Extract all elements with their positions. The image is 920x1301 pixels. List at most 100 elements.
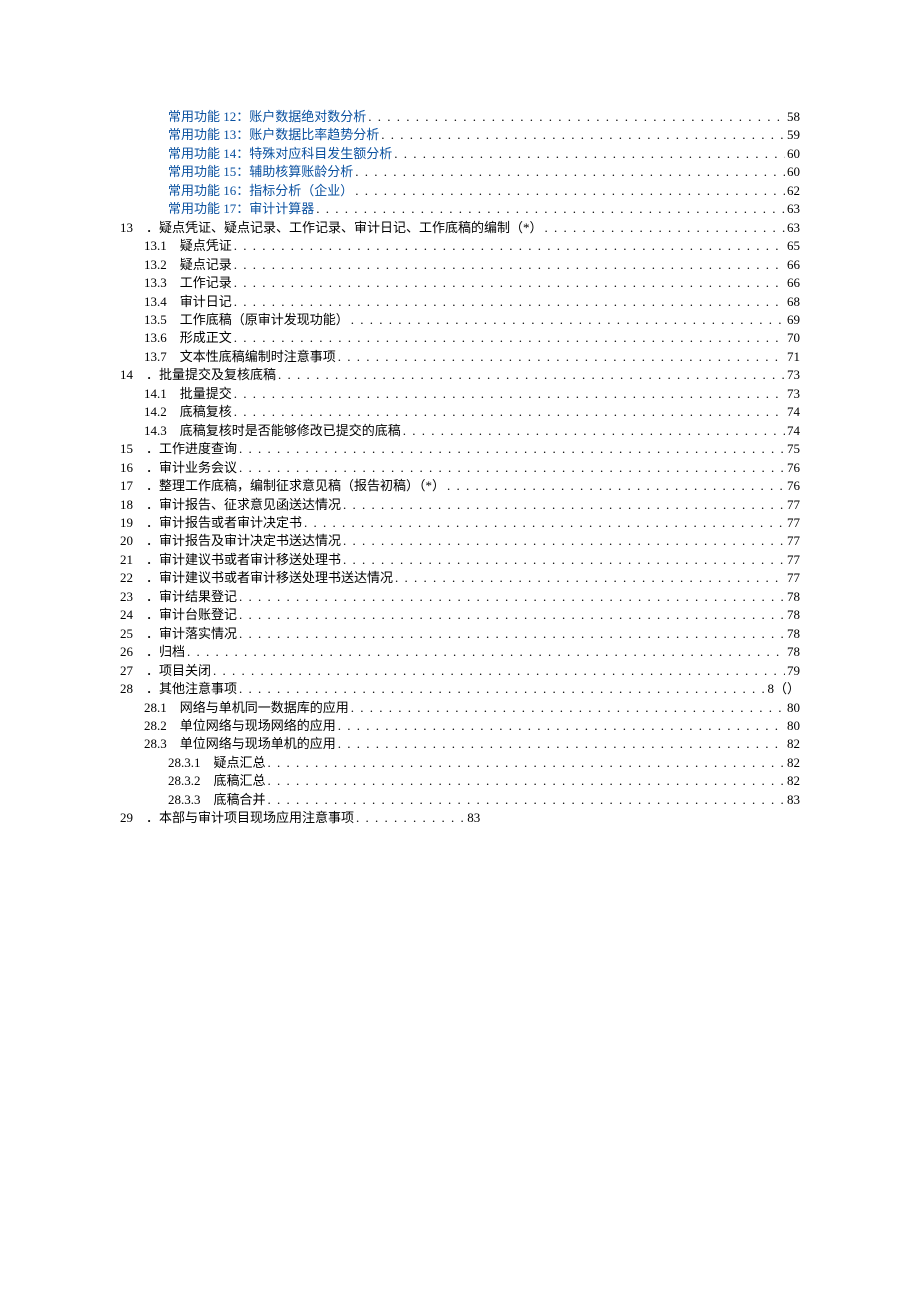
toc-entry: 23 ．审计结果登记. . . . . . . . . . . . . . . … — [120, 588, 800, 606]
toc-entry-label: 常用功能 16：指标分析（企业） — [168, 182, 353, 200]
toc-entry: 14.3 底稿复核时是否能够修改已提交的底稿. . . . . . . . . … — [120, 422, 800, 440]
toc-entry: 14 ．批量提交及复核底稿. . . . . . . . . . . . . .… — [120, 366, 800, 384]
toc-entry-label: 13.1 疑点凭证 — [144, 237, 232, 255]
toc-leader-dots: . . . . . . . . . . . . . . . . . . . . … — [395, 569, 785, 587]
toc-entry-label: 28 ．其他注意事项 — [120, 680, 237, 698]
toc-entry[interactable]: 常用功能 15：辅助核算账龄分析. . . . . . . . . . . . … — [120, 163, 800, 181]
toc-entry-label: 20 ．审计报告及审计决定书送达情况 — [120, 532, 341, 550]
toc-entry: 28.3.2 底稿汇总. . . . . . . . . . . . . . .… — [120, 772, 800, 790]
toc-leader-dots: . . . . . . . . . . . . . . . . . . . . … — [351, 311, 785, 329]
toc-entry: 28.2 单位网络与现场网络的应用. . . . . . . . . . . .… — [120, 717, 800, 735]
toc-entry-label: 28.3.2 底稿汇总 — [168, 772, 266, 790]
toc-leader-dots: . . . . . . . . . . . . . . . . . . . . … — [355, 163, 785, 181]
toc-entry-page: 73 — [787, 385, 800, 403]
toc-entry: 17 ．整理工作底稿，编制征求意见稿（报告初稿）（*）. . . . . . .… — [120, 477, 800, 495]
toc-leader-dots: . . . . . . . . . . . . . . . . . . . . … — [234, 256, 785, 274]
toc-leader-dots: . . . . . . . . . . . . . . . . . . . . … — [234, 274, 785, 292]
toc-entry: 28 ．其他注意事项. . . . . . . . . . . . . . . … — [120, 680, 800, 698]
toc-leader-dots: . . . . . . . . . . . . . . . . . . . . … — [343, 496, 785, 514]
toc-leader-dots: . . . . . . . . . . . . . . . . . . . . … — [239, 680, 765, 698]
toc-leader-dots: . . . . . . . . . . . . . . . . . . . . … — [234, 403, 785, 421]
toc-leader-dots: . . . . . . . . . . . . . . . . . . . . … — [234, 237, 785, 255]
toc-entry-label: 27 ．项目关闭 — [120, 662, 211, 680]
toc-entry-label: 24 ．审计台账登记 — [120, 606, 237, 624]
toc-entry-label: 19 ．审计报告或者审计决定书 — [120, 514, 302, 532]
toc-entry: 28.1 网络与单机同一数据库的应用. . . . . . . . . . . … — [120, 699, 800, 717]
toc-leader-dots: . . . . . . . . . . . . . . . . . . . . … — [343, 532, 785, 550]
toc-entry-label: 29 ．本部与审计项目现场应用注意事项 — [120, 809, 354, 827]
toc-entry-page: 78 — [787, 606, 800, 624]
toc-entry-label: 28.3.1 疑点汇总 — [168, 754, 266, 772]
toc-entry: 13.1 疑点凭证. . . . . . . . . . . . . . . .… — [120, 237, 800, 255]
toc-entry-page: 65 — [787, 237, 800, 255]
toc-leader-dots: . . . . . . . . . . . . . . . . . . . . … — [268, 754, 785, 772]
toc-entry: 13.5 工作底稿（原审计发现功能）. . . . . . . . . . . … — [120, 311, 800, 329]
toc-entry-page: 68 — [787, 293, 800, 311]
toc-entry[interactable]: 常用功能 17：审计计算器. . . . . . . . . . . . . .… — [120, 200, 800, 218]
toc-entry-label: 13.4 审计日记 — [144, 293, 232, 311]
toc-leader-dots: . . . . . . . . . . . . . . . . . . . . … — [381, 126, 785, 144]
toc-entry[interactable]: 常用功能 16：指标分析（企业）. . . . . . . . . . . . … — [120, 182, 800, 200]
toc-entry-page: 8（） — [767, 680, 800, 698]
toc-entry-label: 22 ．审计建议书或者审计移送处理书送达情况 — [120, 569, 393, 587]
toc-leader-dots: . . . . . . . . . . . . . . . . . . . . … — [213, 662, 785, 680]
toc-entry-page: 80 — [787, 717, 800, 735]
toc-entry: 13.3 工作记录. . . . . . . . . . . . . . . .… — [120, 274, 800, 292]
toc-entry-label: 14 ．批量提交及复核底稿 — [120, 366, 276, 384]
toc-leader-dots: . . . . . . . . . . . . — [356, 809, 465, 827]
toc-leader-dots: . . . . . . . . . . . . . . . . . . . . … — [239, 459, 785, 477]
toc-entry-label: 13.3 工作记录 — [144, 274, 232, 292]
toc-entry-label: 13.7 文本性底稿编制时注意事项 — [144, 348, 336, 366]
toc-entry-page: 77 — [787, 514, 800, 532]
toc-entry[interactable]: 常用功能 14：特殊对应科目发生额分析. . . . . . . . . . .… — [120, 145, 800, 163]
toc-entry-label: 14.2 底稿复核 — [144, 403, 232, 421]
toc-leader-dots: . . . . . . . . . . . . . . . . . . . . … — [343, 551, 785, 569]
toc-entry-page: 73 — [787, 366, 800, 384]
toc-leader-dots: . . . . . . . . . . . . . . . . . . . . … — [268, 791, 785, 809]
toc-leader-dots: . . . . . . . . . . . . . . . . . . . . … — [278, 366, 785, 384]
toc-entry: 14.2 底稿复核. . . . . . . . . . . . . . . .… — [120, 403, 800, 421]
toc-entry-page: 58 — [787, 108, 800, 126]
toc-leader-dots: . . . . . . . . . . . . . . . . . . . . … — [316, 200, 785, 218]
toc-entry[interactable]: 常用功能 13：账户数据比率趋势分析. . . . . . . . . . . … — [120, 126, 800, 144]
toc-entry-label: 28.3 单位网络与现场单机的应用 — [144, 735, 336, 753]
toc-leader-dots: . . . . . . . . . . . . . . . . . . . . … — [338, 735, 785, 753]
toc-entry-label: 18 ．审计报告、征求意见函送达情况 — [120, 496, 341, 514]
toc-leader-dots: . . . . . . . . . . . . . . . . . . . . … — [545, 219, 785, 237]
toc-leader-dots: . . . . . . . . . . . . . . . . . . . . … — [355, 182, 785, 200]
toc-entry-label: 13.2 疑点记录 — [144, 256, 232, 274]
toc-entry[interactable]: 常用功能 12：账户数据绝对数分析. . . . . . . . . . . .… — [120, 108, 800, 126]
toc-entry: 21 ．审计建议书或者审计移送处理书. . . . . . . . . . . … — [120, 551, 800, 569]
toc-entry: 13.2 疑点记录. . . . . . . . . . . . . . . .… — [120, 256, 800, 274]
toc-entry-page: 77 — [787, 551, 800, 569]
toc-entry: 25 ．审计落实情况. . . . . . . . . . . . . . . … — [120, 625, 800, 643]
toc-entry-page: 77 — [787, 496, 800, 514]
toc-leader-dots: . . . . . . . . . . . . . . . . . . . . … — [234, 329, 785, 347]
toc-entry: 15 ．工作进度查询. . . . . . . . . . . . . . . … — [120, 440, 800, 458]
toc-entry-label: 13.6 形成正文 — [144, 329, 232, 347]
toc-entry: 13.6 形成正文. . . . . . . . . . . . . . . .… — [120, 329, 800, 347]
toc-leader-dots: . . . . . . . . . . . . . . . . . . . . … — [234, 385, 785, 403]
toc-entry-page: 76 — [787, 477, 800, 495]
toc-entry-page: 59 — [787, 126, 800, 144]
toc-leader-dots: . . . . . . . . . . . . . . . . . . . . … — [351, 699, 785, 717]
toc-entry: 19 ．审计报告或者审计决定书. . . . . . . . . . . . .… — [120, 514, 800, 532]
toc-entry-page: 63 — [787, 219, 800, 237]
toc-entry-label: 21 ．审计建议书或者审计移送处理书 — [120, 551, 341, 569]
toc-leader-dots: . . . . . . . . . . . . . . . . . . . . … — [239, 606, 785, 624]
toc-entry-label: 25 ．审计落实情况 — [120, 625, 237, 643]
toc-entry-page: 74 — [787, 403, 800, 421]
toc-entry-page: 80 — [787, 699, 800, 717]
toc-entry-page: 79 — [787, 662, 800, 680]
toc-entry-page: 74 — [787, 422, 800, 440]
toc-entry-page: 70 — [787, 329, 800, 347]
toc-entry: 29 ．本部与审计项目现场应用注意事项 . . . . . . . . . . … — [120, 809, 800, 827]
toc-entry-label: 16 ．审计业务会议 — [120, 459, 237, 477]
toc-entry: 13.4 审计日记. . . . . . . . . . . . . . . .… — [120, 293, 800, 311]
toc-leader-dots: . . . . . . . . . . . . . . . . . . . . … — [368, 108, 785, 126]
toc-entry-label: 14.3 底稿复核时是否能够修改已提交的底稿 — [144, 422, 401, 440]
toc-entry-page: 75 — [787, 440, 800, 458]
toc-entry-page: 60 — [787, 145, 800, 163]
toc-entry: 24 ．审计台账登记. . . . . . . . . . . . . . . … — [120, 606, 800, 624]
toc-entry: 20 ．审计报告及审计决定书送达情况. . . . . . . . . . . … — [120, 532, 800, 550]
